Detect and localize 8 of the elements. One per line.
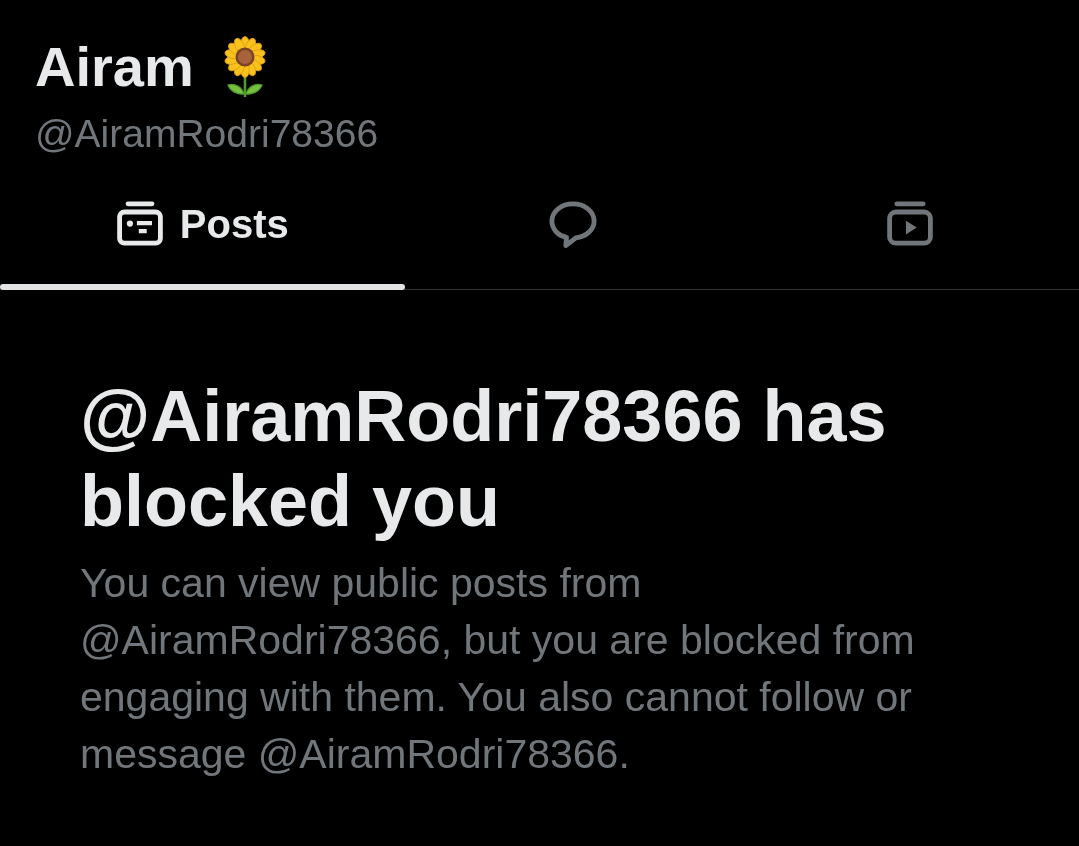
username: @AiramRodri78366: [35, 111, 380, 157]
video-play-icon: [886, 200, 935, 248]
display-name: Airam: [35, 34, 194, 100]
blocked-message: You can view public posts from @AiramRodri78366, but you are blocked from engaging with them. You also cannot follow or message @AiramRodri78366.: [80, 559, 916, 779]
blocked-heading: @AiramRodri78366 has blocked you: [80, 375, 888, 543]
profile-tab[interactable]: Posts: [0, 175, 405, 290]
speech-bubble-icon: [549, 200, 598, 248]
card-icon: [115, 200, 164, 248]
